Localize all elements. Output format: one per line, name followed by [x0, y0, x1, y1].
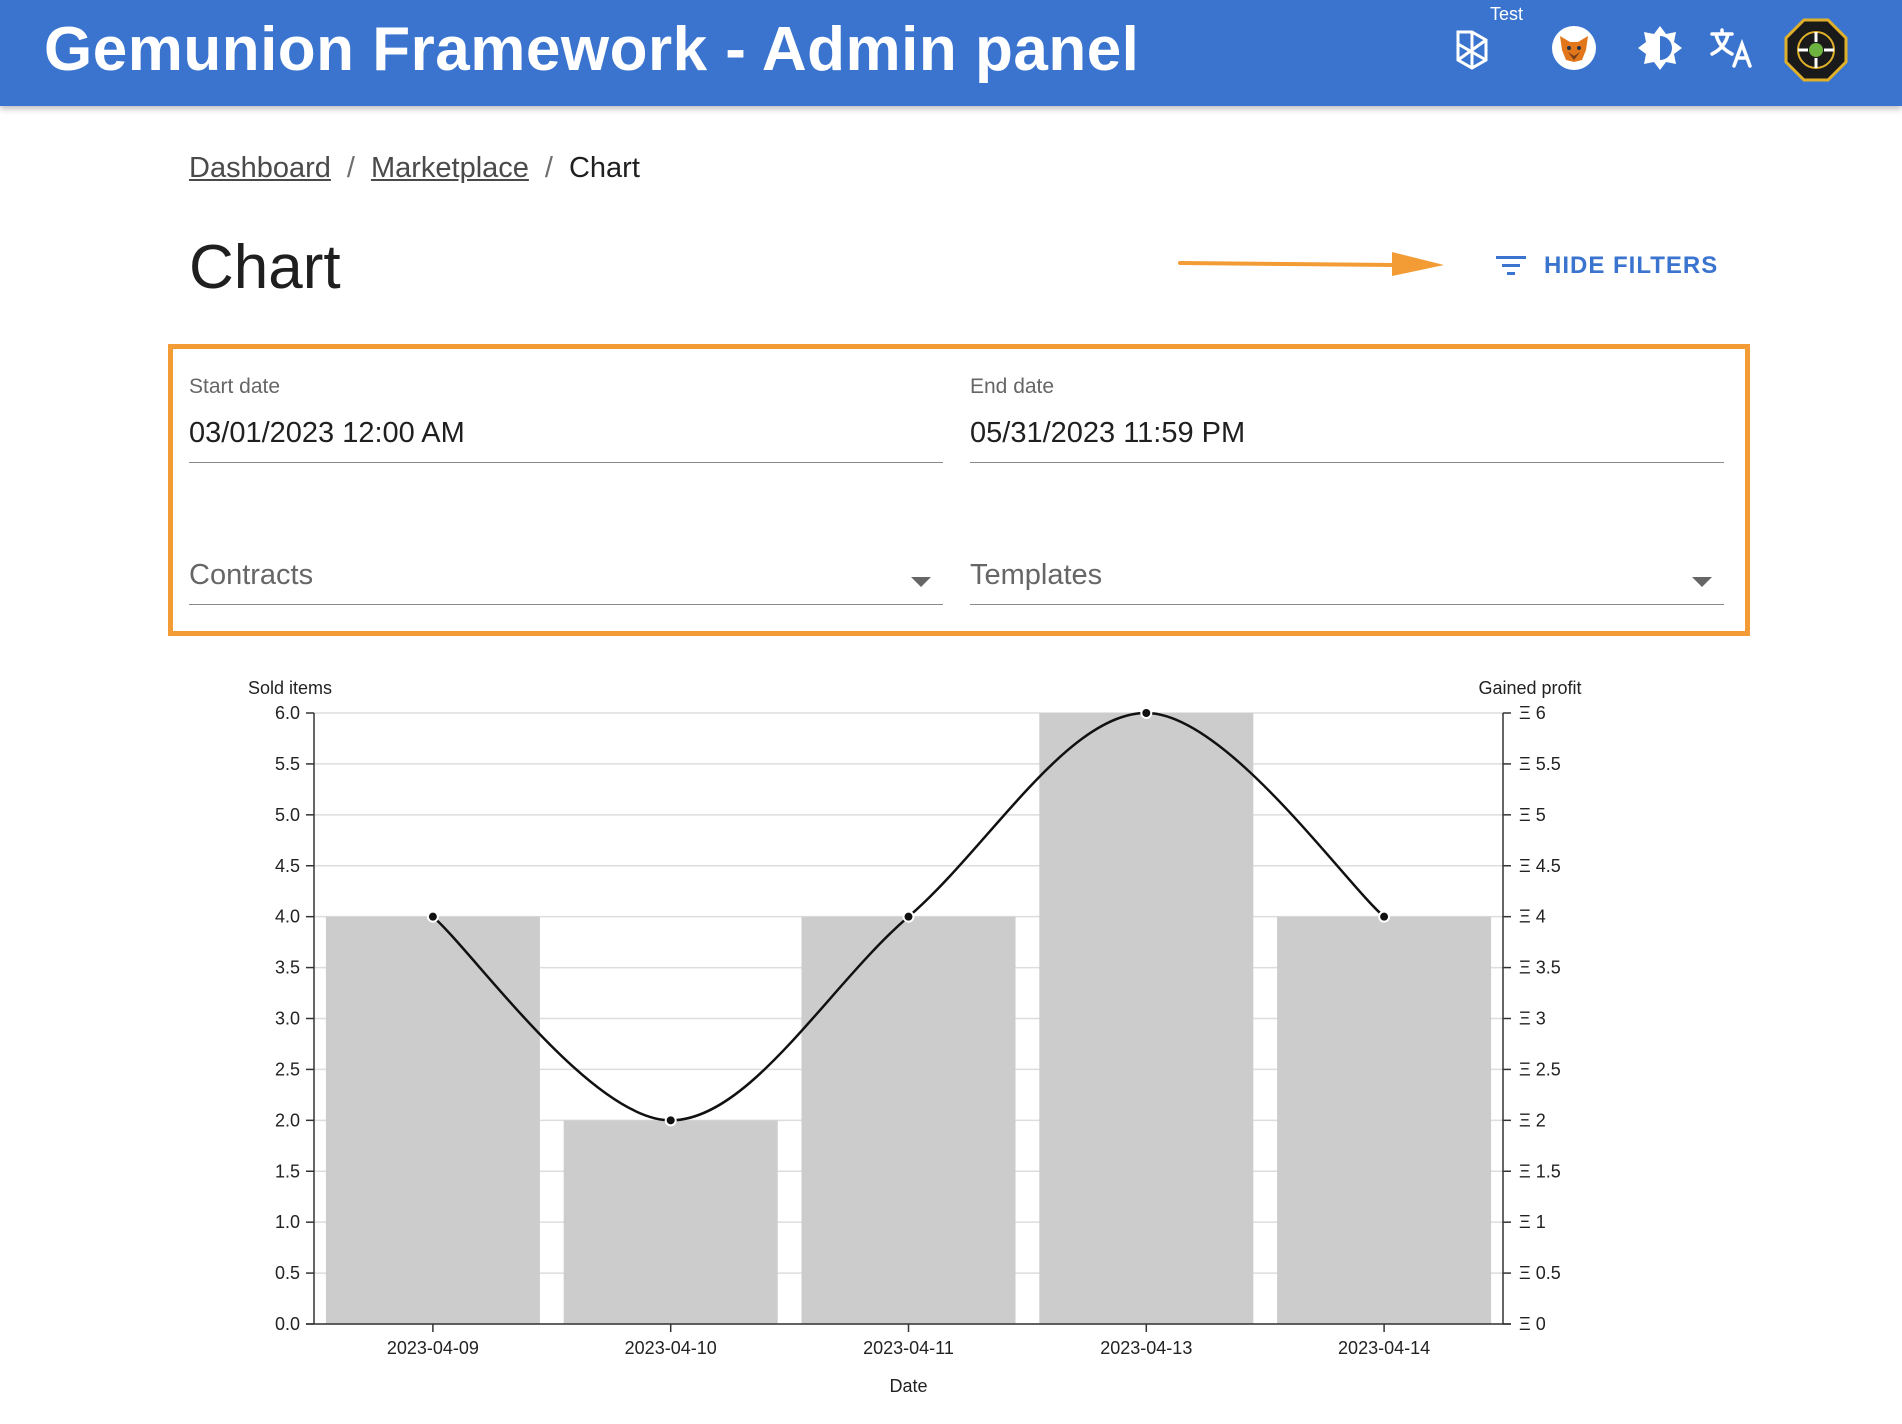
end-date-underline	[970, 462, 1724, 463]
end-date-value[interactable]: 05/31/2023 11:59 PM	[970, 417, 1724, 450]
x-tick-label: 2023-04-09	[387, 1338, 479, 1358]
theme-toggle-icon[interactable]	[1634, 22, 1686, 74]
breadcrumb-current: Chart	[568, 152, 640, 184]
templates-label: Templates	[970, 559, 1103, 591]
x-tick-label: 2023-04-10	[625, 1338, 717, 1358]
profit-point-2023-04-11	[902, 910, 915, 923]
contracts-underline	[189, 604, 943, 605]
start-date-underline	[189, 462, 943, 463]
bar-2023-04-11	[801, 916, 1016, 1324]
page-title: Chart	[189, 233, 341, 302]
bar-2023-04-10	[563, 1120, 778, 1324]
bar-2023-04-09	[325, 916, 540, 1324]
chevron-down-icon	[1692, 577, 1712, 587]
x-axis-title: Date	[889, 1376, 927, 1396]
y2-tick-label: Ξ 3	[1519, 1009, 1546, 1029]
language-icon[interactable]	[1706, 22, 1758, 74]
chevron-down-icon	[911, 577, 931, 587]
y-tick-label: 0.0	[275, 1314, 300, 1334]
app-title: Gemunion Framework - Admin panel	[44, 15, 1140, 84]
profit-point-2023-04-09	[426, 910, 439, 923]
contracts-select[interactable]: Contracts	[189, 559, 943, 605]
y2-tick-label: Ξ 4	[1519, 907, 1546, 927]
profit-point-2023-04-14	[1378, 910, 1391, 923]
y2-tick-label: Ξ 5.5	[1519, 754, 1561, 774]
end-date-label: End date	[970, 375, 1055, 398]
breadcrumb-separator: /	[544, 152, 553, 184]
contracts-label: Contracts	[189, 559, 314, 591]
y2-axis-title: Gained profit	[1478, 678, 1581, 698]
y-tick-label: 4.5	[275, 856, 300, 876]
y2-tick-label: Ξ 3.5	[1519, 958, 1561, 978]
network-icon[interactable]	[1446, 22, 1498, 74]
y-tick-label: 1.5	[275, 1161, 300, 1181]
templates-underline	[970, 604, 1724, 605]
y-tick-label: 5.0	[275, 805, 300, 825]
y2-tick-label: Ξ 5	[1519, 805, 1546, 825]
filter-icon	[1496, 256, 1526, 275]
y-tick-label: 0.5	[275, 1263, 300, 1283]
breadcrumb-link-dashboard[interactable]: Dashboard	[189, 152, 331, 184]
y-tick-label: 4.0	[275, 907, 300, 927]
y-tick-label: 2.5	[275, 1059, 300, 1079]
annotation-arrow	[1176, 248, 1446, 283]
hide-filters-label: HIDE FILTERS	[1544, 252, 1719, 279]
y2-tick-label: Ξ 1.5	[1519, 1161, 1561, 1181]
breadcrumb-link-marketplace[interactable]: Marketplace	[371, 152, 529, 184]
hide-filters-button[interactable]: HIDE FILTERS	[1496, 252, 1718, 280]
y-tick-label: 5.5	[275, 754, 300, 774]
end-date-field[interactable]: End date 05/31/2023 11:59 PM	[970, 375, 1724, 463]
bar-2023-04-13	[1039, 713, 1254, 1324]
start-date-value[interactable]: 03/01/2023 12:00 AM	[189, 417, 943, 450]
app-bar: Gemunion Framework - Admin panel Test	[0, 0, 1902, 106]
filters-panel: Start date 03/01/2023 12:00 AM End date …	[168, 344, 1750, 636]
y2-tick-label: Ξ 4.5	[1519, 856, 1561, 876]
metamask-fox-icon[interactable]	[1548, 22, 1600, 74]
y-axis-title: Sold items	[248, 678, 332, 698]
y2-tick-label: Ξ 0.5	[1519, 1263, 1561, 1283]
y-tick-label: 6.0	[275, 703, 300, 723]
profit-point-2023-04-10	[664, 1114, 677, 1127]
x-tick-label: 2023-04-13	[1100, 1338, 1192, 1358]
y-tick-label: 1.0	[275, 1212, 300, 1232]
x-tick-label: 2023-04-11	[863, 1338, 954, 1358]
y2-tick-label: Ξ 2.5	[1519, 1059, 1561, 1079]
y-tick-label: 3.0	[275, 1009, 300, 1029]
templates-select[interactable]: Templates	[970, 559, 1724, 605]
gemunion-logo-icon[interactable]	[1784, 18, 1848, 82]
breadcrumb: Dashboard / Marketplace / Chart	[189, 152, 640, 185]
x-tick-label: 2023-04-14	[1338, 1338, 1430, 1358]
y-tick-label: 3.5	[275, 958, 300, 978]
start-date-label: Start date	[189, 375, 281, 398]
bar-2023-04-14	[1277, 916, 1492, 1324]
y-tick-label: 2.0	[275, 1110, 300, 1130]
y2-tick-label: Ξ 6	[1519, 703, 1546, 723]
breadcrumb-separator: /	[346, 152, 355, 184]
y2-tick-label: Ξ 1	[1519, 1212, 1546, 1232]
start-date-field[interactable]: Start date 03/01/2023 12:00 AM	[189, 375, 943, 463]
sales-chart: 0.0 0.5 1.0 1.5 2.0 2.5 3.0 3.5 4.0 4.5 5.0 5.5 6.0 Ξ…	[248, 678, 1582, 1396]
y2-tick-label: Ξ 0	[1519, 1314, 1546, 1334]
y2-tick-label: Ξ 2	[1519, 1110, 1546, 1130]
profit-point-2023-04-13	[1140, 707, 1153, 719]
